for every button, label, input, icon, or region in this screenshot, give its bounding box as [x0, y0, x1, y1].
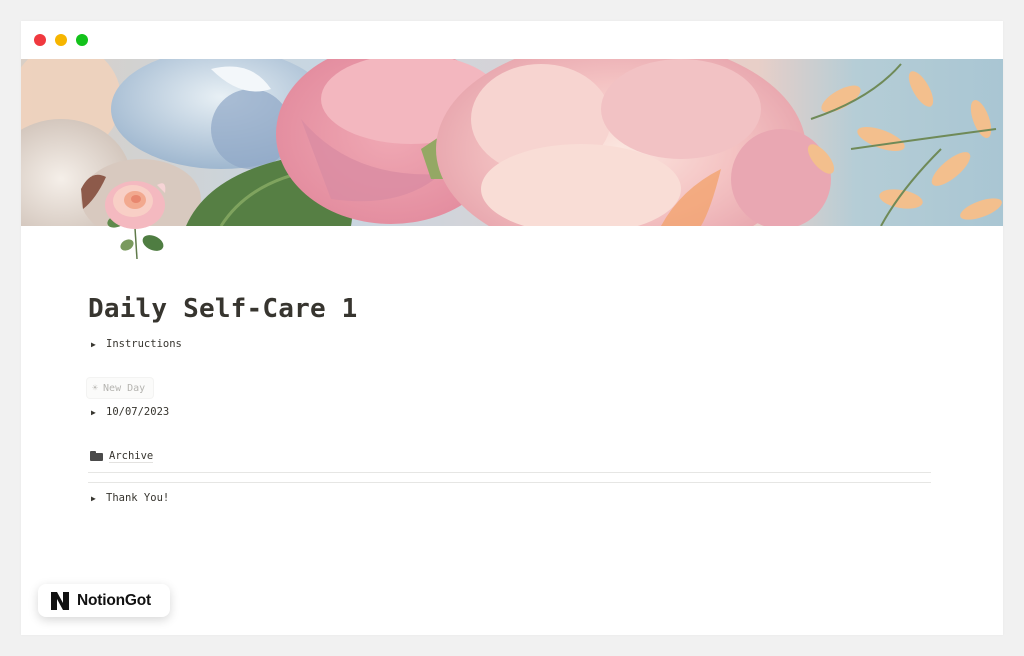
toggle-instructions[interactable]: ▶ Instructions	[88, 334, 182, 354]
archive-link[interactable]: Archive	[88, 446, 154, 466]
page-title[interactable]: Daily Self-Care 1	[88, 294, 358, 324]
title-bar	[21, 21, 1003, 59]
close-window-button[interactable]	[34, 34, 46, 46]
toggle-label: Thank You!	[106, 492, 170, 504]
toggle-triangle-icon[interactable]: ▶	[88, 494, 106, 503]
toggle-triangle-icon[interactable]: ▶	[88, 340, 106, 349]
toggle-label: 10/07/2023	[106, 406, 170, 418]
app-window: Daily Self-Care 1 ▶ Instructions ☀ New D…	[21, 21, 1003, 635]
maximize-window-button[interactable]	[76, 34, 88, 46]
button-label: New Day	[103, 382, 146, 394]
archive-label: Archive	[109, 449, 154, 463]
toggle-thank-you[interactable]: ▶ Thank You!	[88, 488, 169, 508]
folder-icon	[90, 451, 103, 461]
new-day-button[interactable]: ☀ New Day	[87, 378, 154, 398]
minimize-window-button[interactable]	[55, 34, 67, 46]
sun-icon: ☀	[92, 382, 99, 394]
divider	[88, 482, 931, 483]
rose-icon	[105, 181, 166, 260]
toggle-date[interactable]: ▶ 10/07/2023	[88, 402, 169, 422]
brand-name: NotionGot	[77, 591, 151, 609]
notiongot-logo-icon	[51, 591, 69, 610]
toggle-triangle-icon[interactable]: ▶	[88, 408, 106, 417]
divider	[88, 472, 931, 473]
page-icon[interactable]	[95, 173, 179, 263]
notiongot-watermark: NotionGot	[38, 584, 170, 617]
toggle-label: Instructions	[106, 338, 182, 350]
